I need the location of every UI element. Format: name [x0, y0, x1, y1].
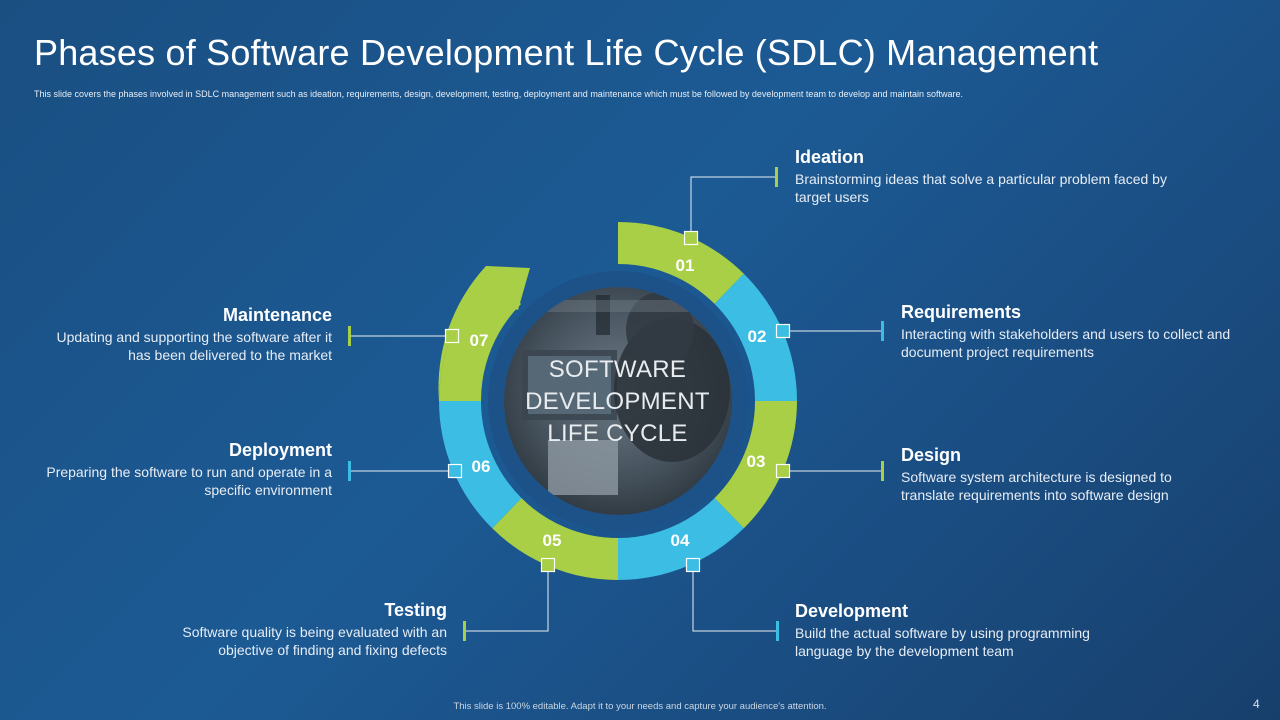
segment-number-02: 02: [748, 327, 767, 346]
segment-number-04: 04: [671, 531, 690, 550]
phase-description: Interacting with stakeholders and users …: [901, 326, 1231, 360]
center-label-line3: LIFE CYCLE: [547, 420, 688, 447]
phase-description: Brainstorming ideas that solve a particu…: [795, 171, 1167, 205]
phase-description: Preparing the software to run and operat…: [46, 464, 332, 498]
phase-ideation: Ideation Brainstorming ideas that solve …: [795, 146, 1195, 206]
phase-testing: Testing Software quality is being evalua…: [146, 599, 447, 659]
segment-number-05: 05: [543, 531, 562, 550]
phase-title: Deployment: [228, 440, 332, 460]
phase-maintenance: Maintenance Updating and supporting the …: [32, 304, 332, 364]
segment-number-07: 07: [470, 331, 489, 350]
center-label: SOFTWARE DEVELOPMENT LIFE CYCLE: [515, 354, 720, 450]
phase-title: Requirements: [901, 302, 1022, 322]
phase-title: Design: [901, 445, 962, 465]
phase-description: Software system architecture is designed…: [901, 469, 1172, 503]
phase-requirements: Requirements Interacting with stakeholde…: [901, 301, 1261, 361]
center-label-line2: DEVELOPMENT: [525, 388, 710, 415]
phase-description: Build the actual software by using progr…: [795, 625, 1090, 659]
phase-description: Software quality is being evaluated with…: [182, 624, 447, 658]
center-label-line1: SOFTWARE: [548, 356, 687, 383]
phase-development: Development Build the actual software by…: [795, 600, 1125, 660]
phase-design: Design Software system architecture is d…: [901, 444, 1201, 504]
phase-title: Ideation: [795, 147, 865, 167]
phase-title: Testing: [384, 600, 447, 620]
phase-description: Updating and supporting the software aft…: [56, 329, 332, 363]
segment-number-03: 03: [747, 452, 766, 471]
segment-number-01: 01: [676, 256, 695, 275]
phase-title: Maintenance: [222, 305, 332, 325]
phase-title: Development: [795, 601, 909, 621]
phase-deployment: Deployment Preparing the software to run…: [32, 439, 332, 499]
segment-number-06: 06: [472, 457, 491, 476]
page-number: 4: [1253, 697, 1260, 711]
footer-note: This slide is 100% editable. Adapt it to…: [453, 701, 827, 712]
